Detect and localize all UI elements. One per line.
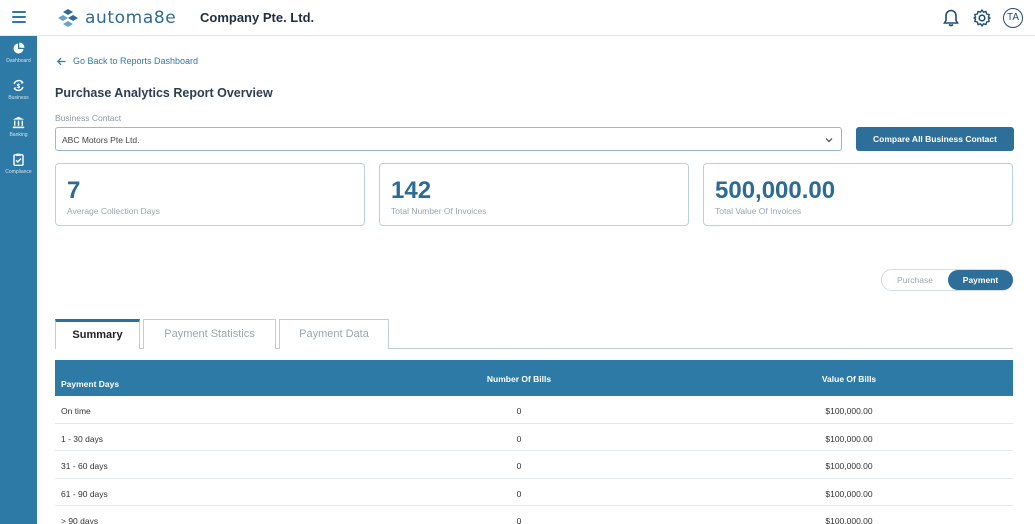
toggle-option-purchase[interactable]: Purchase <box>882 270 948 290</box>
stat-card-collection-days: 7 Average Collection Days <box>55 163 365 226</box>
table-row: 1 - 30 days 0 $100,000.00 <box>55 424 1013 451</box>
sidebar-item-compliance[interactable]: Compliance <box>0 153 37 187</box>
bank-icon <box>12 116 25 129</box>
stat-value: 500,000.00 <box>715 177 836 204</box>
business-contact-select[interactable]: ABC Motors Pte Ltd. <box>55 127 842 151</box>
sidebar-item-label: Banking <box>9 132 28 138</box>
stat-value: 142 <box>391 177 432 204</box>
sidebar-item-dashboard[interactable]: Dashboard <box>0 42 37 76</box>
user-avatar[interactable]: TA <box>1003 8 1023 28</box>
business-contact-label: Business Contact <box>55 113 122 123</box>
sidebar: Dashboard $ Business Banking Compliance <box>0 36 37 524</box>
sidebar-item-label: Business <box>8 95 29 101</box>
company-name: Company Pte. Ltd. <box>200 10 315 25</box>
stat-card-invoice-value: 500,000.00 Total Value Of Invoices <box>703 163 1013 226</box>
top-bar: automa8e Company Pte. Ltd. TA <box>0 0 1035 36</box>
cell-payment-days: > 90 days <box>61 516 99 524</box>
chevron-down-icon <box>825 138 833 143</box>
cell-payment-days: 61 - 90 days <box>61 488 108 499</box>
toggle-option-payment[interactable]: Payment <box>948 270 1013 290</box>
business-contact-value: ABC Motors Pte Ltd. <box>62 135 140 145</box>
cell-payment-days: On time <box>61 406 91 416</box>
column-header-payment-days: Payment Days <box>61 379 120 389</box>
summary-table: Payment Days Number Of Bills Value Of Bi… <box>55 360 1013 524</box>
back-link-label: Go Back to Reports Dashboard <box>73 56 199 66</box>
stat-caption: Total Number Of Invoices <box>391 206 487 216</box>
clipboard-check-icon <box>13 153 24 166</box>
arrow-left-icon <box>57 57 66 65</box>
sidebar-item-label: Dashboard <box>6 58 31 64</box>
tab-payment-data[interactable]: Payment Data <box>279 319 389 349</box>
menu-icon[interactable] <box>12 11 26 25</box>
bell-icon[interactable] <box>941 8 961 28</box>
cell-payment-days: 31 - 60 days <box>61 461 108 471</box>
pie-chart-icon <box>13 42 25 54</box>
sidebar-item-label: Compliance <box>5 169 32 175</box>
dollar-cycle-icon: $ <box>13 79 24 92</box>
table-row: > 90 days 0 $100,000.00 <box>55 506 1013 524</box>
table-header: Payment Days Number Of Bills Value Of Bi… <box>55 360 1013 396</box>
stat-card-invoice-count: 142 Total Number Of Invoices <box>379 163 689 226</box>
brand-name: automa8e <box>85 8 177 28</box>
stat-caption: Average Collection Days <box>67 206 160 216</box>
brand-logo[interactable]: automa8e <box>57 8 176 28</box>
table-row: On time 0 $100,000.00 <box>55 396 1013 424</box>
tab-payment-statistics[interactable]: Payment Statistics <box>143 319 276 349</box>
logo-icon <box>58 9 78 27</box>
sidebar-item-business[interactable]: $ Business <box>0 79 37 113</box>
purchase-payment-toggle: Purchase Payment <box>881 269 1013 291</box>
sidebar-item-banking[interactable]: Banking <box>0 116 37 150</box>
cell-payment-days: 1 - 30 days <box>61 433 104 444</box>
table-row: 61 - 90 days 0 $100,000.00 <box>55 479 1013 506</box>
compare-all-button[interactable]: Compare All Business Contact <box>856 127 1014 151</box>
table-row: 31 - 60 days 0 $100,000.00 <box>55 451 1013 479</box>
gear-icon[interactable] <box>972 8 992 28</box>
page-title: Purchase Analytics Report Overview <box>55 86 273 100</box>
stat-value: 7 <box>67 177 81 204</box>
tab-summary[interactable]: Summary <box>55 319 140 349</box>
back-to-reports-link[interactable]: Go Back to Reports Dashboard <box>57 56 198 66</box>
stat-caption: Total Value Of Invoices <box>715 206 802 216</box>
svg-text:$: $ <box>16 83 20 90</box>
